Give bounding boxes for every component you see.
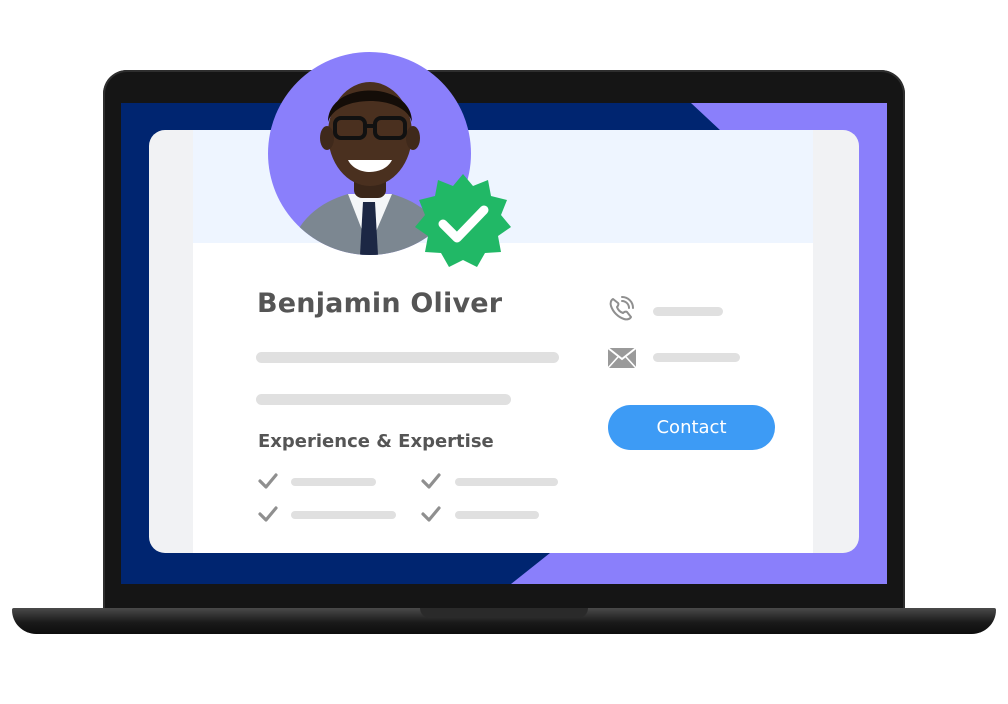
profile-name: Benjamin Oliver — [257, 288, 503, 319]
check-icon — [258, 506, 278, 522]
mail-icon — [607, 347, 637, 369]
contact-button[interactable]: Contact — [608, 405, 775, 450]
check-icon — [421, 473, 441, 489]
laptop-hinge-notch — [420, 608, 588, 618]
bio-placeholder-line — [256, 394, 511, 405]
skill-placeholder-line — [455, 511, 539, 519]
experience-section-title: Experience & Expertise — [258, 431, 494, 452]
check-icon — [421, 506, 441, 522]
email-placeholder-line — [653, 353, 740, 362]
verified-badge-icon — [415, 174, 511, 267]
phone-icon — [609, 296, 634, 321]
skill-placeholder-line — [291, 478, 376, 486]
skill-placeholder-line — [455, 478, 558, 486]
bio-placeholder-line — [256, 352, 559, 363]
phone-placeholder-line — [653, 307, 723, 316]
check-icon — [258, 473, 278, 489]
skill-placeholder-line — [291, 511, 396, 519]
